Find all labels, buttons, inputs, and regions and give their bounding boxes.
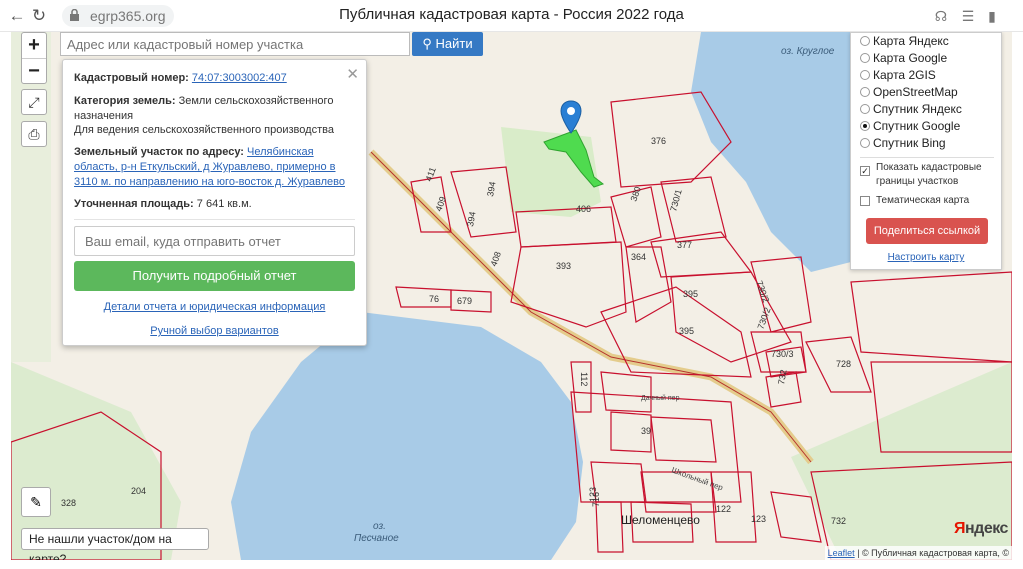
address-label: Земельный участок по адресу: (74, 146, 244, 158)
category-row: Категория земель: Земли сельскохозяйстве… (74, 94, 354, 124)
headphones-icon[interactable]: ☊ (931, 6, 951, 26)
layer-option-label: Карта 2GIS (873, 68, 936, 82)
leaflet-link[interactable]: Leaflet (828, 548, 855, 558)
parcel-label: 328 (61, 498, 76, 508)
parcel-label: 122 (716, 504, 731, 514)
thematic-checkbox[interactable] (860, 196, 870, 206)
parcel-label: 376 (651, 136, 666, 146)
divider (74, 219, 355, 220)
thematic-label: Тематическая карта (876, 195, 970, 206)
street-label-2: Дачный пер (641, 394, 680, 402)
category-label: Категория земель: (74, 95, 176, 107)
parcel-label: 728 (836, 359, 851, 369)
fullscreen-icon[interactable]: ⤢ (21, 89, 47, 115)
layer-switcher: Карта Яндекс Карта Google Карта 2GIS OpenSt… (850, 32, 1002, 270)
parcel-label: 364 (631, 252, 646, 262)
yandex-logo: Яндекс (954, 520, 1008, 537)
village-label: Шеломенцево (621, 513, 700, 527)
radio-icon[interactable] (860, 87, 870, 97)
area-value: 7 641 кв.м. (196, 198, 252, 210)
radio-icon[interactable] (860, 138, 870, 148)
details-link[interactable]: Детали отчета и юридическая информация (63, 301, 366, 313)
radio-icon[interactable] (860, 121, 870, 131)
layer-option-label: OpenStreetMap (873, 85, 958, 99)
parcel-label: 204 (131, 486, 146, 496)
radio-icon[interactable] (860, 53, 870, 63)
parcel-label: 395 (683, 289, 698, 299)
layer-option-label: Карта Google (873, 51, 948, 65)
layer-option-label: Спутник Google (873, 119, 961, 133)
layer-option[interactable]: OpenStreetMap (860, 84, 958, 100)
borders-checkbox[interactable]: ✓ (860, 166, 870, 176)
page-title: Публичная кадастровая карта - Россия 202… (339, 6, 684, 23)
print-icon[interactable]: ⎙ (21, 121, 47, 147)
search-input[interactable] (60, 32, 410, 56)
share-button[interactable]: Поделиться ссылкой (866, 218, 988, 244)
layer-option[interactable]: Карта Яндекс (860, 33, 949, 49)
parcel-label: 679 (457, 296, 472, 306)
ruler-icon[interactable]: ✎ (21, 487, 51, 517)
radio-icon[interactable] (860, 104, 870, 114)
layer-option-label: Карта Яндекс (873, 34, 949, 48)
layer-option[interactable]: Спутник Яндекс (860, 101, 962, 117)
area-row: Уточненная площадь: 7 641 кв.м. (74, 197, 354, 212)
layer-option[interactable]: Спутник Google (860, 118, 960, 134)
cadastral-link[interactable]: 74:07:3003002:407 (192, 72, 287, 84)
location-pin-icon[interactable] (560, 100, 582, 134)
borders-label: Показать кадастровые границы участков (876, 162, 982, 187)
parcel-label: 393 (556, 261, 571, 271)
lake-south-label-1: оз. (373, 521, 386, 532)
parcel-label: 76 (429, 294, 439, 304)
zoom-control: + − (21, 32, 47, 84)
search-button-label: Найти (435, 36, 473, 51)
parcel-label: 39 (641, 426, 651, 436)
layer-divider (860, 157, 994, 158)
configure-map-link[interactable]: Настроить карту (851, 252, 1001, 263)
lake-north-label: оз. Круглое (781, 46, 835, 57)
cadastral-row: Кадастровый номер: 74:07:3003002:407 (74, 71, 354, 86)
radio-icon[interactable] (860, 36, 870, 46)
bookmark-icon[interactable]: ▮ (982, 6, 1002, 26)
radio-icon[interactable] (860, 70, 870, 80)
parcel-label: 395 (679, 326, 694, 336)
parcel-label: 716 (591, 492, 601, 507)
zoom-in-button[interactable]: + (22, 33, 46, 58)
zoom-out-button[interactable]: − (22, 58, 46, 83)
attribution: Leaflet | © Публичная кадастровая карта,… (824, 546, 1012, 560)
map-area[interactable]: 376 411 409 394 394 408 406 380 730/1 377 393 364 39… (11, 32, 1012, 560)
usage-text: Для ведения сельскохозяйственного произв… (74, 124, 334, 136)
attribution-text: | © Публичная кадастровая карта, © (857, 548, 1009, 558)
address-row: Земельный участок по адресу: Челябинская… (74, 145, 354, 190)
parcel-label: 112 (579, 372, 589, 386)
layer-option-label: Спутник Bing (873, 136, 946, 150)
parcel-label: 406 (576, 204, 591, 214)
layer-option[interactable]: Карта 2GIS (860, 67, 936, 83)
not-found-button[interactable]: Не нашли участок/дом на карте? (21, 528, 209, 560)
layer-option-label: Спутник Яндекс (873, 102, 962, 116)
layer-option[interactable]: Спутник Bing (860, 135, 946, 151)
parcel-label: 730/3 (771, 349, 794, 359)
parcel-label: 377 (677, 240, 692, 250)
lake-south-label-2: Песчаное (354, 533, 399, 544)
parcel-popup: ✕ Кадастровый номер: 74:07:3003002:407 К… (62, 59, 367, 346)
parcel-label: 732 (831, 516, 846, 526)
area-label: Уточненная площадь: (74, 198, 194, 210)
menu-icon[interactable]: ☰ (958, 6, 978, 26)
search-icon: ⚲ (422, 36, 432, 51)
cadastral-label: Кадастровый номер: (74, 72, 189, 84)
parcel-label: 123 (751, 514, 766, 524)
search-button[interactable]: ⚲ Найти (412, 32, 483, 56)
report-button[interactable]: Получить подробный отчет (74, 261, 355, 291)
layer-option[interactable]: Карта Google (860, 50, 947, 66)
browser-toolbar: ← ↻ egrp365.org Публичная кадастровая ка… (0, 0, 1023, 32)
email-field[interactable] (74, 226, 355, 256)
manual-select-link[interactable]: Ручной выбор вариантов (63, 325, 366, 337)
